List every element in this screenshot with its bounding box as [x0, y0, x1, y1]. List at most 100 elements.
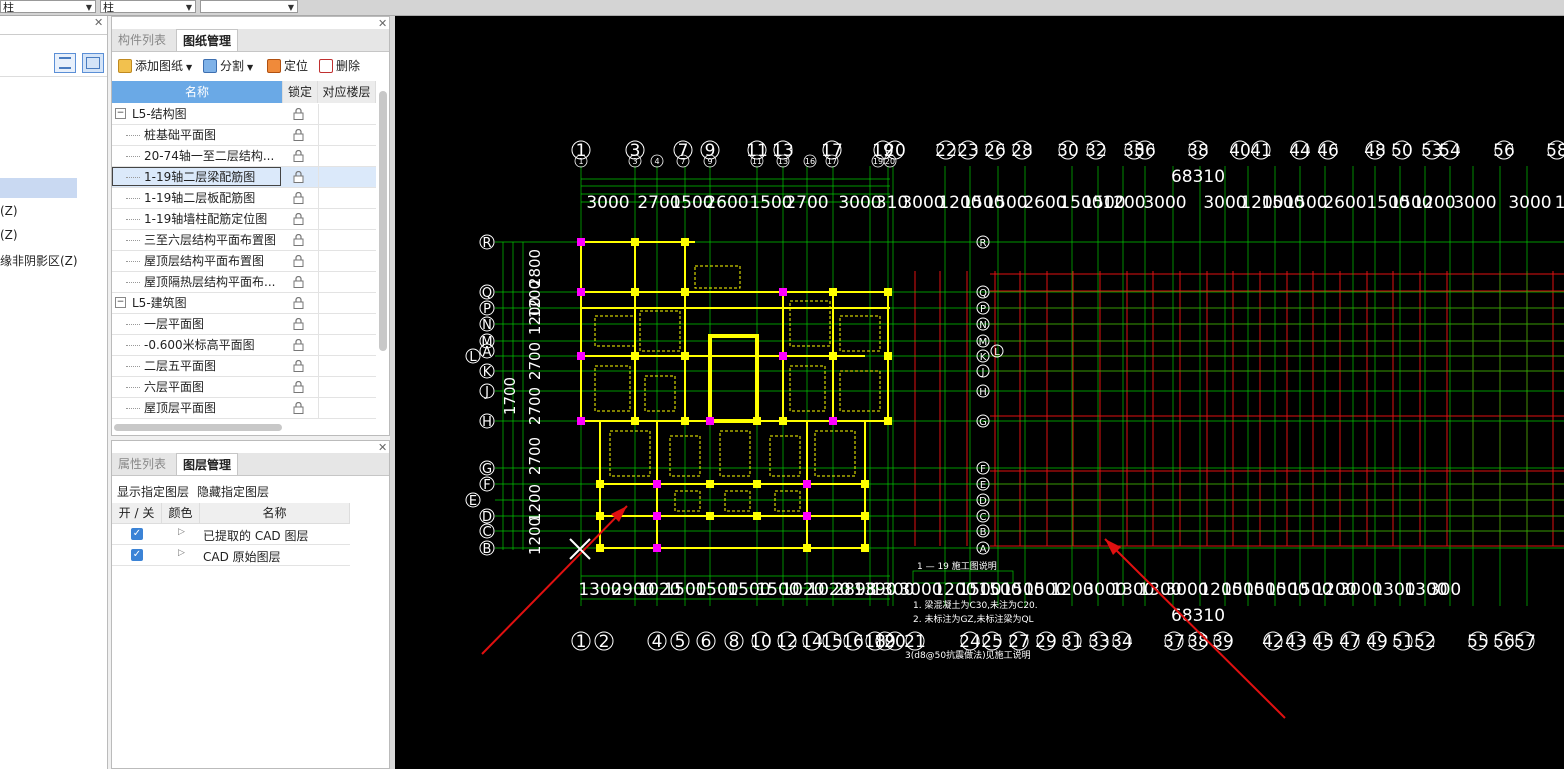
- drawing-table-header: 名称 锁定 对应楼层: [112, 81, 376, 103]
- drawing-group-row[interactable]: − L5-结构图: [112, 104, 376, 125]
- drawing-row[interactable]: 三至六层结构平面布置图: [112, 230, 376, 251]
- drawing-row[interactable]: 屋顶层平面图: [112, 398, 376, 419]
- lock-icon[interactable]: [293, 360, 304, 372]
- lock-icon[interactable]: [293, 213, 304, 225]
- drawing-group-row[interactable]: − L5-建筑图: [112, 293, 376, 314]
- axis-label: 29: [1035, 632, 1057, 652]
- column-header-layer-name[interactable]: 名称: [200, 503, 350, 524]
- tree-item[interactable]: 缘非阴影区(Z): [0, 252, 78, 269]
- tree-line: [126, 282, 140, 284]
- drawing-row[interactable]: 1-19轴二层梁配筋图: [112, 167, 376, 188]
- drawing-name: 二层五平面图: [144, 359, 217, 373]
- axis-label: 6: [701, 632, 712, 652]
- collapse-icon[interactable]: −: [115, 297, 126, 308]
- locate-button[interactable]: 定位: [267, 57, 308, 75]
- collapse-icon[interactable]: −: [115, 108, 126, 119]
- cad-drawing[interactable]: 1 3 7 9 11 13 17 1920 22 23 26 28 30 32 3536 38 40 41 44 46…: [395, 16, 1564, 769]
- lock-icon[interactable]: [293, 402, 304, 414]
- drawing-note: 1 — 19 施工图说明: [917, 560, 997, 572]
- tree-line: [126, 261, 140, 263]
- expand-arrow-icon[interactable]: ▷: [178, 527, 185, 537]
- lock-icon[interactable]: [293, 150, 304, 162]
- tree-item[interactable]: (Z): [0, 204, 18, 218]
- list-view-button[interactable]: [54, 53, 76, 73]
- close-icon[interactable]: ✕: [94, 17, 103, 28]
- tab-component-list[interactable]: 构件列表: [112, 29, 172, 51]
- lock-icon[interactable]: [293, 108, 304, 120]
- delete-button[interactable]: 删除: [319, 57, 360, 75]
- component-type-combo[interactable]: 柱 ▼: [0, 0, 96, 14]
- lock-icon[interactable]: [293, 276, 304, 288]
- column: [803, 480, 811, 488]
- expand-arrow-icon[interactable]: ▷: [178, 548, 185, 558]
- drawing-row[interactable]: 六层平面图: [112, 377, 376, 398]
- column-header-lock[interactable]: 锁定: [283, 81, 318, 103]
- tree-line: [126, 177, 140, 179]
- lock-icon[interactable]: [293, 171, 304, 183]
- detail-view-button[interactable]: [82, 53, 104, 73]
- lock-icon[interactable]: [293, 381, 304, 393]
- column-divider: [318, 398, 319, 418]
- column-header-color[interactable]: 颜色: [162, 503, 200, 524]
- lock-icon[interactable]: [293, 297, 304, 309]
- column-header-toggle[interactable]: 开 / 关: [112, 503, 162, 524]
- drawing-row[interactable]: 二层五平面图: [112, 356, 376, 377]
- axis-label: 10: [750, 632, 772, 652]
- show-layer-link[interactable]: 显示指定图层: [117, 483, 189, 500]
- layer-toggle-checkbox[interactable]: ✓: [131, 549, 143, 561]
- column: [577, 417, 585, 425]
- layer-toggle-checkbox[interactable]: ✓: [131, 528, 143, 540]
- rebar-annotation: [839, 315, 881, 352]
- drawing-row[interactable]: 一层平面图: [112, 314, 376, 335]
- column: [631, 352, 639, 360]
- close-icon[interactable]: ✕: [378, 18, 387, 29]
- close-icon[interactable]: ✕: [378, 442, 387, 453]
- tab-drawing-management[interactable]: 图纸管理: [176, 29, 239, 51]
- lock-icon[interactable]: [293, 318, 304, 330]
- drawing-row[interactable]: 1-19轴二层板配筋图: [112, 188, 376, 209]
- axis-label: 5: [675, 632, 686, 652]
- column: [884, 417, 892, 425]
- column: [803, 544, 811, 552]
- column: [706, 480, 714, 488]
- split-button[interactable]: 分割 ▼: [203, 57, 253, 75]
- axis-label: 27: [1008, 632, 1030, 652]
- tab-property-list[interactable]: 属性列表: [112, 453, 172, 475]
- drawing-row[interactable]: -0.600米标高平面图: [112, 335, 376, 356]
- add-drawing-button[interactable]: 添加图纸 ▼: [118, 57, 192, 75]
- lock-icon[interactable]: [293, 192, 304, 204]
- lock-icon[interactable]: [293, 255, 304, 267]
- axis-label: 26: [984, 141, 1006, 161]
- tab-layer-management[interactable]: 图层管理: [176, 453, 239, 475]
- lock-icon[interactable]: [293, 234, 304, 246]
- column-divider: [318, 314, 319, 334]
- add-drawing-label: 添加图纸: [135, 59, 184, 73]
- component-name-combo[interactable]: ▼: [200, 0, 298, 13]
- tree-item[interactable]: (Z): [0, 228, 18, 242]
- column: [681, 238, 689, 246]
- drawing-row[interactable]: 20-74轴一至二层结构...: [112, 146, 376, 167]
- drawing-row[interactable]: 桩基础平面图: [112, 125, 376, 146]
- drawing-name: 六层平面图: [144, 380, 205, 394]
- hide-layer-link[interactable]: 隐藏指定图层: [197, 483, 269, 500]
- lock-icon[interactable]: [293, 129, 304, 141]
- drawing-row[interactable]: 屋顶层结构平面布置图: [112, 251, 376, 272]
- lock-icon[interactable]: [293, 339, 304, 351]
- axis-label: 36: [1134, 141, 1156, 161]
- axis-label: R: [482, 236, 491, 251]
- total-dimension: 68310: [1171, 167, 1225, 187]
- selected-tree-item[interactable]: [0, 178, 77, 198]
- sub-axis-label: 3: [632, 157, 637, 166]
- column: [753, 480, 761, 488]
- cad-drawing-canvas[interactable]: 1 3 7 9 11 13 17 19 20 22 23 26 28 30 32 35 36 38 40 41 44 46…: [395, 16, 1564, 769]
- axis-label: 28: [1011, 141, 1033, 161]
- column-header-name[interactable]: 名称: [112, 81, 283, 103]
- vertical-scrollbar[interactable]: [379, 91, 387, 351]
- sub-axis-label: 20: [885, 157, 895, 166]
- drawing-row[interactable]: 1-19轴墙柱配筋定位图: [112, 209, 376, 230]
- column-header-floor[interactable]: 对应楼层: [318, 81, 376, 103]
- component-subtype-combo[interactable]: 柱 ▼: [100, 0, 196, 14]
- chevron-down-icon: ▼: [85, 3, 92, 12]
- horizontal-scrollbar[interactable]: [114, 424, 282, 431]
- drawing-row[interactable]: 屋顶隔热层结构平面布...: [112, 272, 376, 293]
